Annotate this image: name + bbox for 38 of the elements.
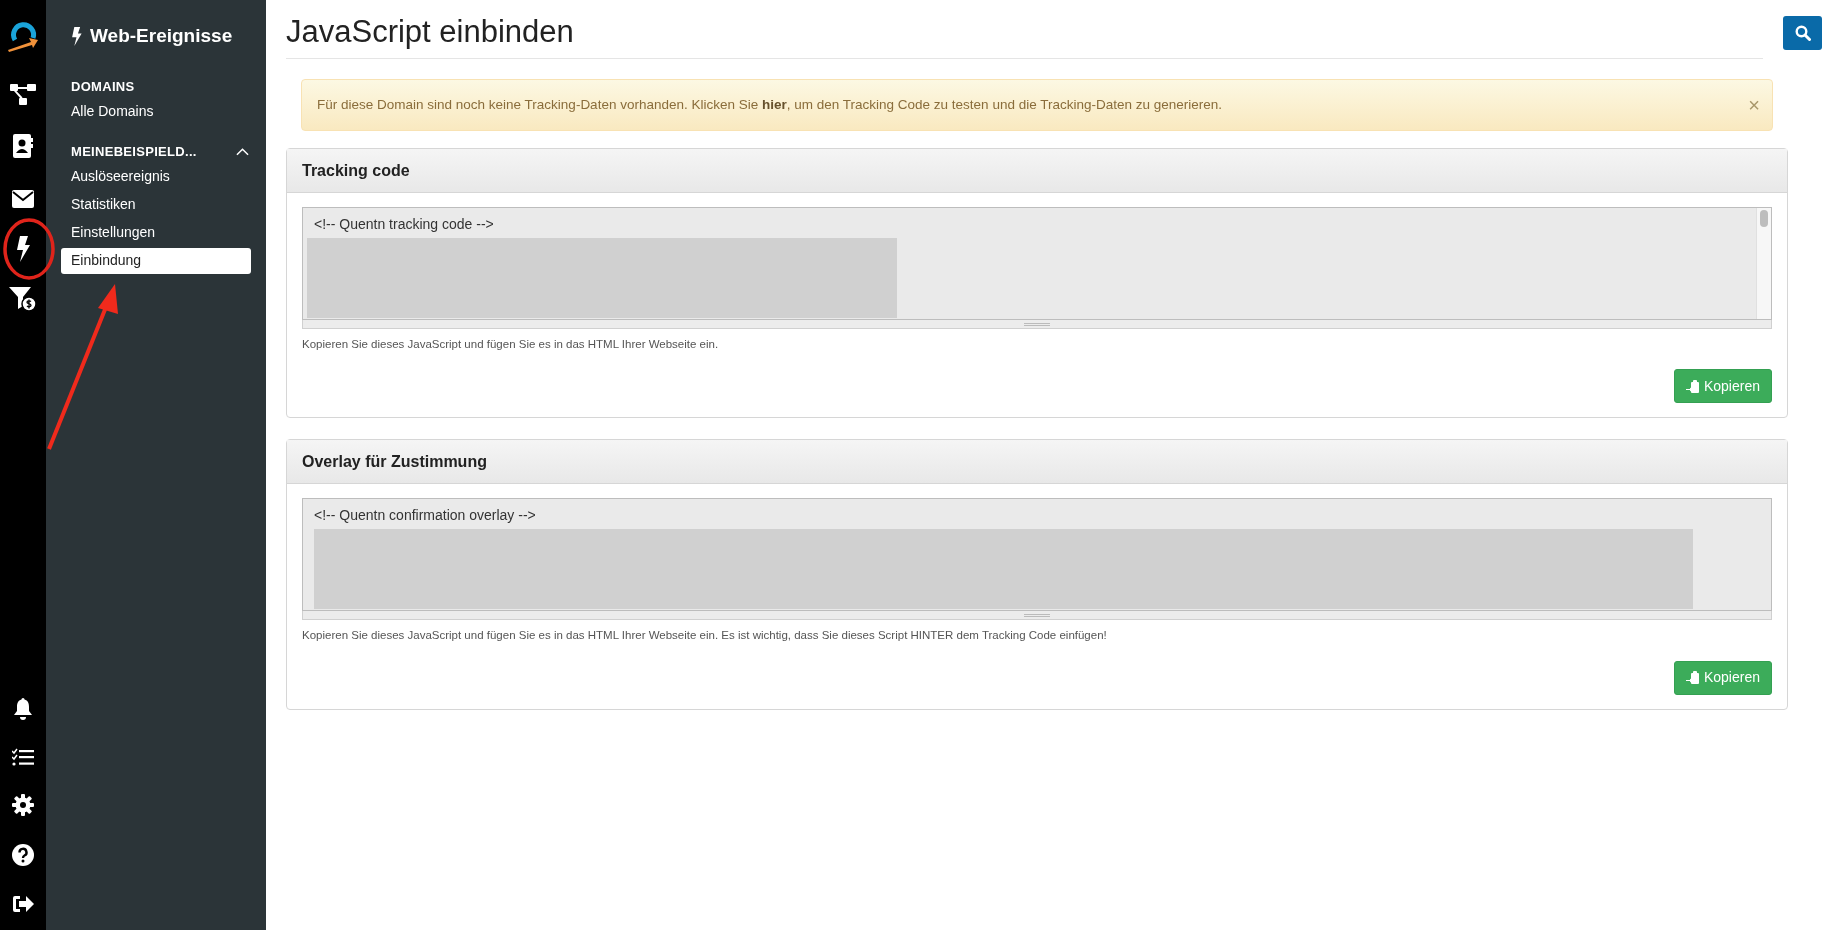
alert-message: Für diese Domain sind noch keine Tracking-Daten vorhanden. Klicken Sie hier, um den Tracking Code zu testen und die Tracking-Daten zu generieren. bbox=[317, 95, 1222, 114]
help-text: Kopieren Sie dieses JavaScript und fügen Sie es in das HTML Ihrer Webseite ein. Es ist wichtig, dass Sie dieses Script HINTER dem Tracking Code einfügen! bbox=[302, 628, 1108, 644]
sidebar-item[interactable]: Statistiken bbox=[61, 191, 251, 218]
scrollbar[interactable] bbox=[1756, 208, 1771, 319]
panel-title: Tracking code bbox=[302, 160, 410, 181]
paste-icon bbox=[1685, 378, 1700, 394]
resize-handle[interactable] bbox=[302, 611, 1772, 621]
code-field[interactable]: <!-- Quentn confirmation overlay --> bbox=[302, 498, 1772, 612]
lightning-icon bbox=[71, 26, 82, 46]
search-button[interactable] bbox=[1783, 16, 1822, 50]
panel-title: Overlay für Zustimmung bbox=[302, 451, 487, 472]
section-heading: DOMAINS bbox=[71, 77, 135, 96]
contact-book-icon[interactable] bbox=[13, 134, 33, 158]
scrollbar-thumb[interactable] bbox=[1760, 210, 1768, 227]
filter-dollar-icon[interactable] bbox=[9, 286, 37, 312]
help-icon[interactable] bbox=[12, 844, 34, 866]
logo-icon[interactable] bbox=[7, 20, 39, 52]
hierarchy-icon[interactable] bbox=[10, 82, 36, 106]
code-field[interactable]: <!-- Quentn tracking code --> bbox=[302, 207, 1772, 320]
annotation-circle bbox=[3, 218, 55, 280]
checklist-icon[interactable] bbox=[12, 748, 34, 766]
help-text: Kopieren Sie dieses JavaScript und fügen Sie es in das HTML Ihrer Webseite ein. bbox=[302, 337, 720, 352]
section-heading: MEINEBEISPIELD... bbox=[71, 143, 197, 161]
resize-handle[interactable] bbox=[302, 320, 1772, 329]
sidebar-item[interactable]: Einbindung bbox=[61, 247, 251, 274]
paste-icon bbox=[1685, 670, 1700, 685]
settings-icon[interactable] bbox=[12, 794, 34, 816]
lightning-icon[interactable] bbox=[16, 236, 30, 262]
chevron-up-icon[interactable] bbox=[236, 147, 249, 156]
page-title: JavaScript einbinden bbox=[286, 14, 575, 50]
sidebar-item[interactable]: Einstellungen bbox=[61, 219, 251, 246]
sidebar-item[interactable]: Auslöseereignis bbox=[61, 163, 251, 190]
sidebar-item[interactable]: Alle Domains bbox=[61, 98, 251, 124]
bell-icon[interactable] bbox=[13, 698, 33, 720]
mail-icon[interactable] bbox=[12, 190, 34, 208]
logout-icon[interactable] bbox=[12, 894, 34, 914]
sidebar-title: Web-Ereignisse bbox=[90, 24, 233, 48]
search-icon bbox=[1794, 25, 1811, 41]
